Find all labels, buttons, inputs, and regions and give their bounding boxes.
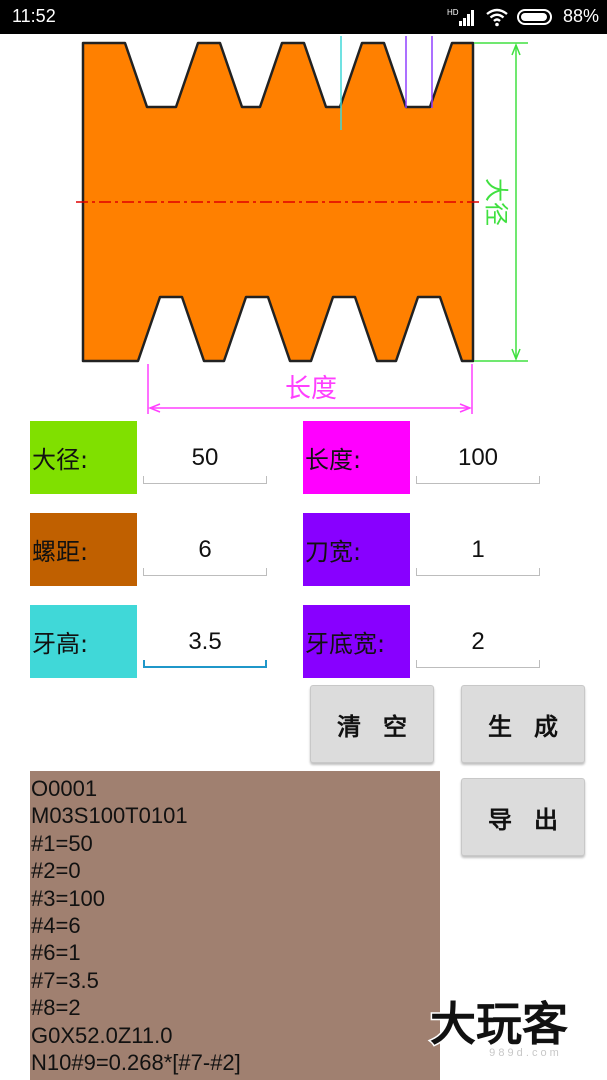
watermark-text: 大玩客 (430, 997, 568, 1051)
code-line: O0001 (31, 776, 98, 801)
major-diameter-value: 50 (191, 444, 219, 471)
tool-width-value: 1 (471, 536, 485, 563)
thread-height-value: 3.5 (188, 628, 222, 655)
major-diameter-input[interactable]: 50 (143, 428, 267, 488)
input-underline (143, 568, 267, 576)
battery-icon (516, 7, 555, 27)
signal-icon: HD (447, 7, 477, 27)
network-type: HD (447, 8, 459, 17)
input-underline (416, 568, 540, 576)
pitch-label: 螺距: (30, 513, 137, 586)
code-line: #4=6 (31, 913, 81, 939)
status-time: 11:52 (12, 6, 56, 26)
length-input[interactable]: 100 (416, 428, 540, 488)
clear-button[interactable]: 清空 (310, 685, 434, 763)
length-value: 100 (457, 444, 499, 471)
major-diameter-label: 大径: (30, 421, 137, 494)
code-line: #1=50 (31, 830, 93, 856)
tool-width-input[interactable]: 1 (416, 520, 540, 580)
root-width-label: 牙底宽: (303, 605, 410, 678)
input-underline (416, 660, 540, 668)
status-icons: HD 88% (447, 6, 599, 27)
status-bar: 11:52 HD 88% (0, 0, 607, 34)
thread-height-input[interactable]: 3.5 (143, 612, 267, 672)
thread-diagram: 大径 长度 (0, 34, 607, 420)
code-line: #3=100 (31, 885, 106, 911)
pitch-input[interactable]: 6 (143, 520, 267, 580)
code-line: M03S100T0101 (31, 803, 188, 829)
pitch-value: 6 (198, 536, 212, 563)
thread-height-label: 牙高: (30, 605, 137, 678)
generate-button[interactable]: 生成 (461, 685, 585, 763)
code-line: #2=0 (31, 858, 81, 884)
input-underline (143, 476, 267, 484)
code-line: #7=3.5 (31, 967, 99, 993)
major-diameter-dimension: 大径 (482, 178, 510, 226)
watermark-url: 9 8 9 d . c o m (489, 1047, 559, 1059)
input-underline (416, 476, 540, 484)
code-line: #6=1 (31, 940, 81, 966)
watermark-logo: 大玩客 9 8 9 d . c o m (404, 996, 594, 1060)
tool-width-label: 刀宽: (303, 513, 410, 586)
code-line: #8=2 (31, 995, 81, 1021)
length-dimension: 长度 (285, 374, 337, 404)
input-underline (143, 660, 267, 668)
code-line: N10#9=0.268*[#7-#2] (31, 1050, 241, 1076)
root-width-value: 2 (471, 628, 485, 655)
wifi-icon (485, 7, 509, 27)
code-output[interactable]: O0001 M03S100T0101 #1=50 #2=0 #3=100 #4=… (30, 771, 440, 1080)
length-label: 长度: (303, 421, 410, 494)
export-button[interactable]: 导出 (461, 778, 585, 856)
root-width-input[interactable]: 2 (416, 612, 540, 672)
battery-percent: 88% (562, 6, 599, 26)
code-line: G0X52.0Z11.0 (31, 1022, 173, 1048)
